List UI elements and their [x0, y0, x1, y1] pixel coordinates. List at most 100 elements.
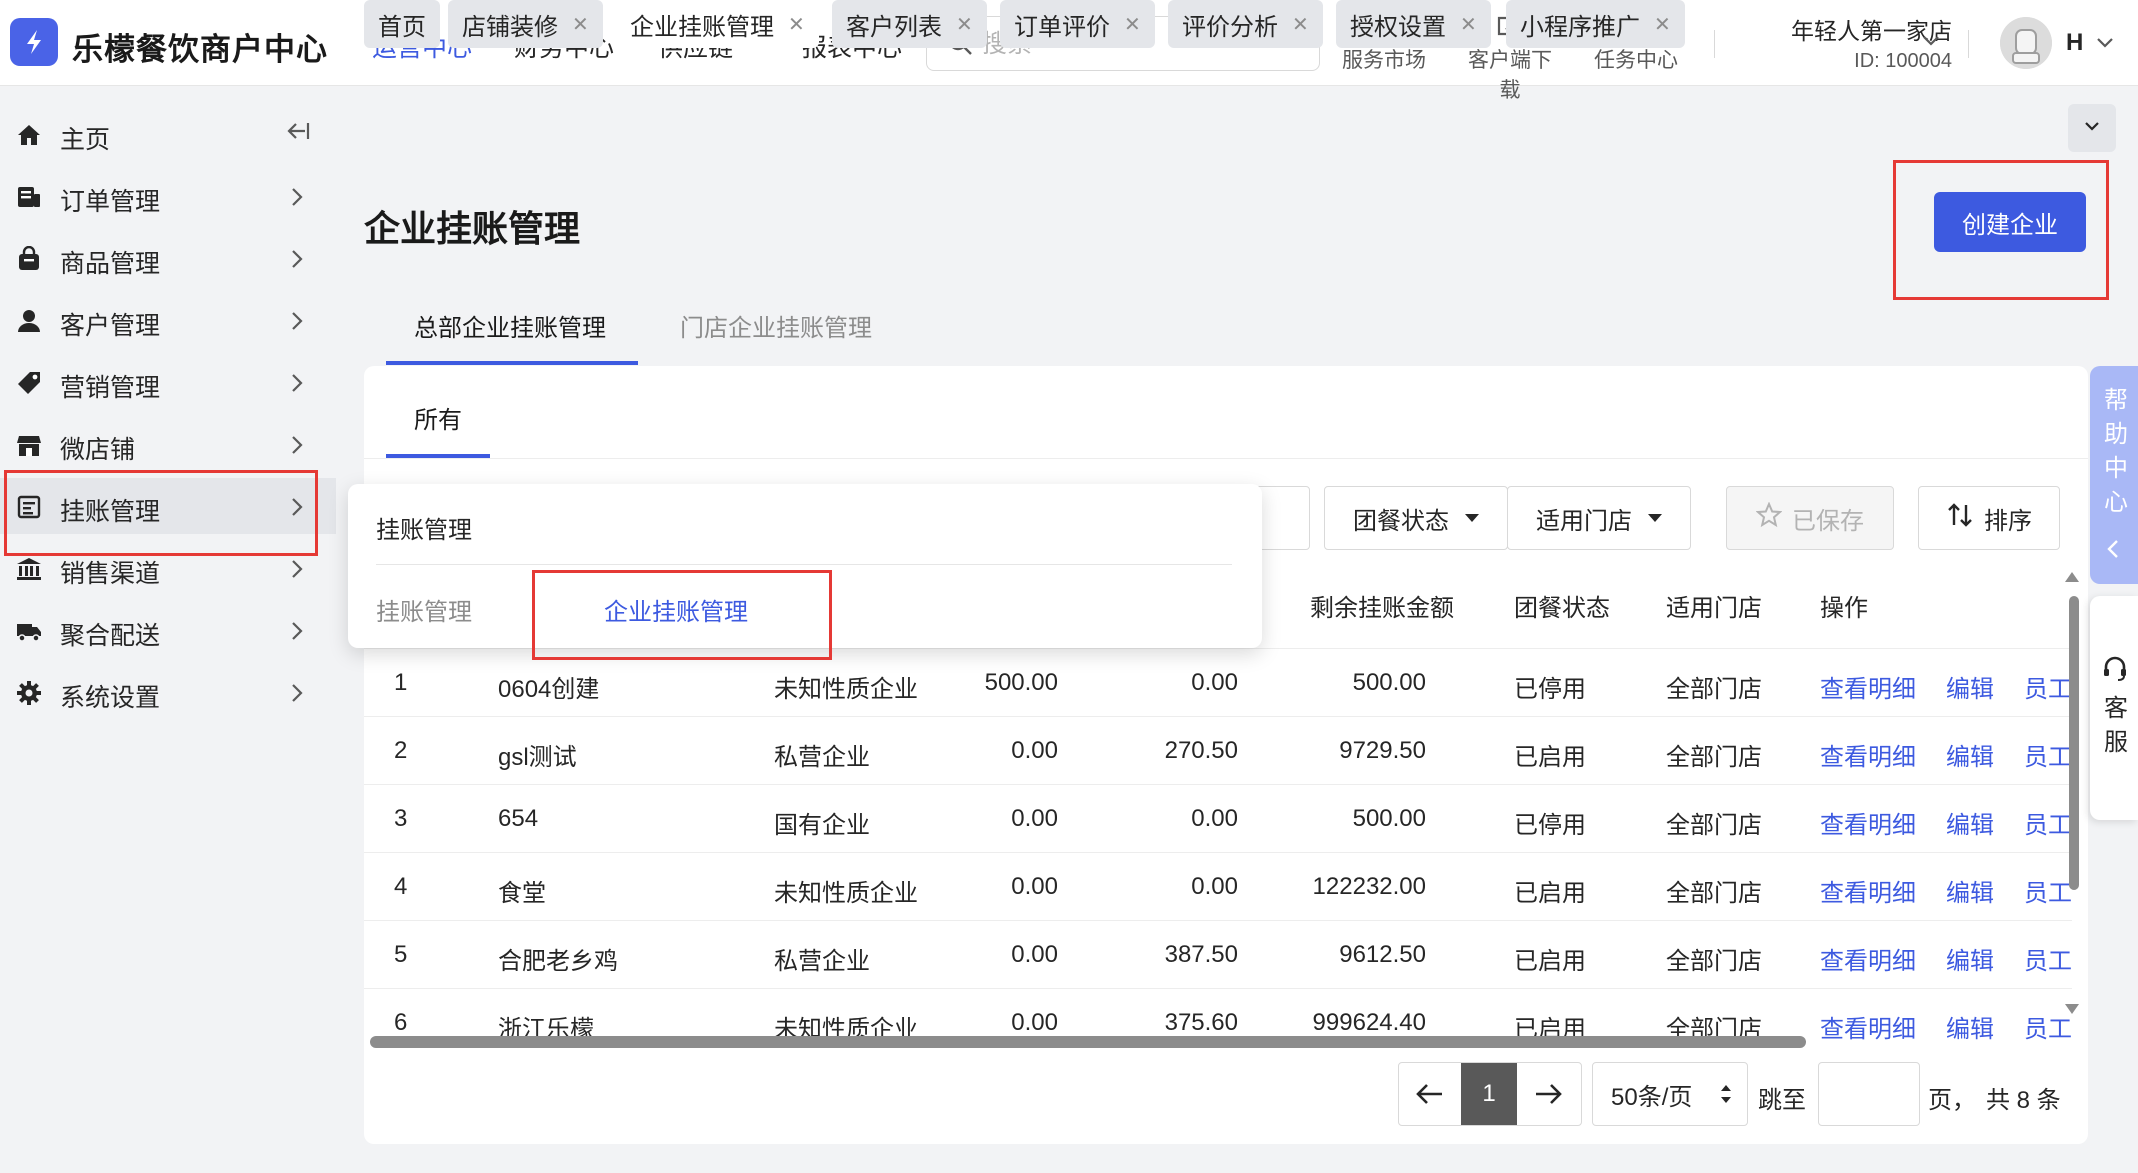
cell-amount-a: 0.00 [1011, 941, 1058, 968]
chevron-right-icon [290, 558, 304, 585]
cell-amount-b: 387.50 [1164, 941, 1238, 968]
create-enterprise-button[interactable]: 创建企业 [1934, 192, 2086, 252]
current-page[interactable]: 1 [1461, 1063, 1517, 1125]
close-icon[interactable]: ✕ [1292, 12, 1309, 37]
table-row: 3 654 国有企业 0.00 0.00 500.00 已停用 全部门店 查看明… [364, 785, 2072, 853]
edit-link[interactable]: 编辑 [1946, 669, 1994, 704]
sidebar-item-label: 聚合配送 [60, 622, 161, 650]
view-detail-link[interactable]: 查看明细 [1820, 669, 1916, 704]
user-initial[interactable]: H [2066, 29, 2083, 57]
column-header-status[interactable]: 团餐状态 [1514, 588, 1610, 623]
user-icon [16, 308, 42, 334]
table-body: 1 0604创建 未知性质企业 500.00 0.00 500.00 已停用 全… [364, 648, 2072, 1050]
submenu-item-enterprise-credit[interactable]: 企业挂账管理 [604, 592, 748, 627]
sidebar-item-label: 商品管理 [60, 250, 161, 278]
staff-link[interactable]: 员工 [2024, 873, 2072, 908]
cell-store: 全部门店 [1666, 744, 1762, 771]
chevron-down-icon[interactable] [2094, 32, 2116, 59]
saved-filter-button[interactable]: 已保存 [1726, 486, 1894, 550]
column-header-remaining[interactable]: 剩余挂账金额 [1310, 588, 1454, 623]
cell-status: 已启用 [1514, 744, 1586, 771]
group-status-filter[interactable]: 团餐状态 [1324, 486, 1508, 550]
chevron-left-icon[interactable] [2106, 538, 2120, 565]
jump-page-input[interactable] [1818, 1062, 1920, 1126]
page-size-value: 50条/页 [1611, 1083, 1693, 1111]
horizontal-scrollbar[interactable] [370, 1036, 1806, 1048]
sort-button[interactable]: 排序 [1918, 486, 2060, 550]
tab-review-analysis[interactable]: 评价分析 ✕ [1168, 0, 1323, 48]
scroll-up-icon[interactable] [2064, 570, 2080, 589]
tab-label: 授权设置 [1350, 13, 1446, 41]
close-icon[interactable]: ✕ [1654, 12, 1671, 37]
close-icon[interactable]: ✕ [572, 12, 589, 37]
order-icon [16, 184, 42, 210]
view-detail-link[interactable]: 查看明细 [1820, 941, 1916, 976]
edit-link[interactable]: 编辑 [1946, 873, 1994, 908]
vertical-scrollbar[interactable] [2069, 596, 2079, 890]
cell-name: 654 [498, 805, 539, 832]
staff-link[interactable]: 员工 [2024, 805, 2072, 840]
edit-link[interactable]: 编辑 [1946, 1009, 1994, 1044]
cell-type: 未知性质企业 [774, 676, 918, 703]
tab-label: 首页 [378, 13, 426, 41]
view-detail-link[interactable]: 查看明细 [1820, 805, 1916, 840]
tab-hq-credit[interactable]: 总部企业挂账管理 [414, 308, 606, 343]
tab-enterprise-credit[interactable]: 企业挂账管理 ✕ [616, 0, 819, 48]
sidebar-item-marketing[interactable]: 营销管理 [0, 354, 336, 410]
prev-page-icon[interactable] [1415, 1081, 1445, 1112]
tab-home[interactable]: 首页 [364, 0, 440, 48]
staff-link[interactable]: 员工 [2024, 941, 2072, 976]
scroll-down-icon[interactable] [2064, 1002, 2080, 1021]
store-filter[interactable]: 适用门店 [1507, 486, 1691, 550]
sidebar-item-goods[interactable]: 商品管理 [0, 230, 336, 286]
close-icon[interactable]: ✕ [788, 12, 805, 37]
cell-amount-a: 0.00 [1011, 873, 1058, 900]
sort-label: 排序 [1984, 507, 2032, 535]
tab-store-decoration[interactable]: 店铺装修 ✕ [448, 0, 603, 48]
sidebar-item-label: 销售渠道 [60, 560, 161, 588]
headset-icon [2101, 654, 2129, 687]
view-detail-link[interactable]: 查看明细 [1820, 873, 1916, 908]
logo-icon[interactable] [10, 18, 58, 66]
cell-store: 全部门店 [1666, 812, 1762, 839]
page-title: 企业挂账管理 [364, 208, 581, 249]
sidebar-item-settings[interactable]: 系统设置 [0, 664, 336, 720]
edit-link[interactable]: 编辑 [1946, 941, 1994, 976]
column-header-store[interactable]: 适用门店 [1666, 588, 1762, 623]
view-detail-link[interactable]: 查看明细 [1820, 737, 1916, 772]
cell-name: 0604创建 [498, 676, 600, 703]
cell-name: 合肥老乡鸡 [498, 948, 618, 975]
close-icon[interactable]: ✕ [1124, 12, 1141, 37]
sidebar-item-customers[interactable]: 客户管理 [0, 292, 336, 348]
store-icon [16, 432, 42, 458]
tab-auth-settings[interactable]: 授权设置 ✕ [1336, 0, 1491, 48]
sidebar-item-orders[interactable]: 订单管理 [0, 168, 336, 224]
tab-order-review[interactable]: 订单评价 ✕ [1000, 0, 1155, 48]
tab-store-credit[interactable]: 门店企业挂账管理 [680, 308, 872, 343]
cell-store: 全部门店 [1666, 676, 1762, 703]
star-icon [1755, 500, 1783, 535]
avatar[interactable] [2000, 17, 2052, 69]
table-row: 1 0604创建 未知性质企业 500.00 0.00 500.00 已停用 全… [364, 649, 2072, 717]
sidebar-item-credit-management[interactable]: 挂账管理 [0, 478, 336, 534]
sidebar-item-home[interactable]: 主页 [0, 106, 336, 162]
cell-store: 全部门店 [1666, 948, 1762, 975]
sidebar-item-micro-store[interactable]: 微店铺 [0, 416, 336, 472]
tab-customer-list[interactable]: 客户列表 ✕ [832, 0, 987, 48]
next-page-icon[interactable] [1533, 1081, 1563, 1112]
sidebar-item-delivery[interactable]: 聚合配送 [0, 602, 336, 658]
edit-link[interactable]: 编辑 [1946, 737, 1994, 772]
staff-link[interactable]: 员工 [2024, 669, 2072, 704]
close-icon[interactable]: ✕ [1460, 12, 1477, 37]
tab-miniprogram-promo[interactable]: 小程序推广 ✕ [1506, 0, 1685, 48]
staff-link[interactable]: 员工 [2024, 737, 2072, 772]
sidebar-item-sales-channel[interactable]: 销售渠道 [0, 540, 336, 596]
filter-tab-all[interactable]: 所有 [414, 400, 462, 435]
view-detail-link[interactable]: 查看明细 [1820, 1009, 1916, 1044]
chevron-down-icon[interactable] [1920, 30, 1942, 57]
edit-link[interactable]: 编辑 [1946, 805, 1994, 840]
page-size-select[interactable]: 50条/页 [1592, 1062, 1748, 1126]
divider [364, 458, 2088, 459]
close-icon[interactable]: ✕ [956, 12, 973, 37]
tabs-more-button[interactable] [2068, 104, 2116, 152]
